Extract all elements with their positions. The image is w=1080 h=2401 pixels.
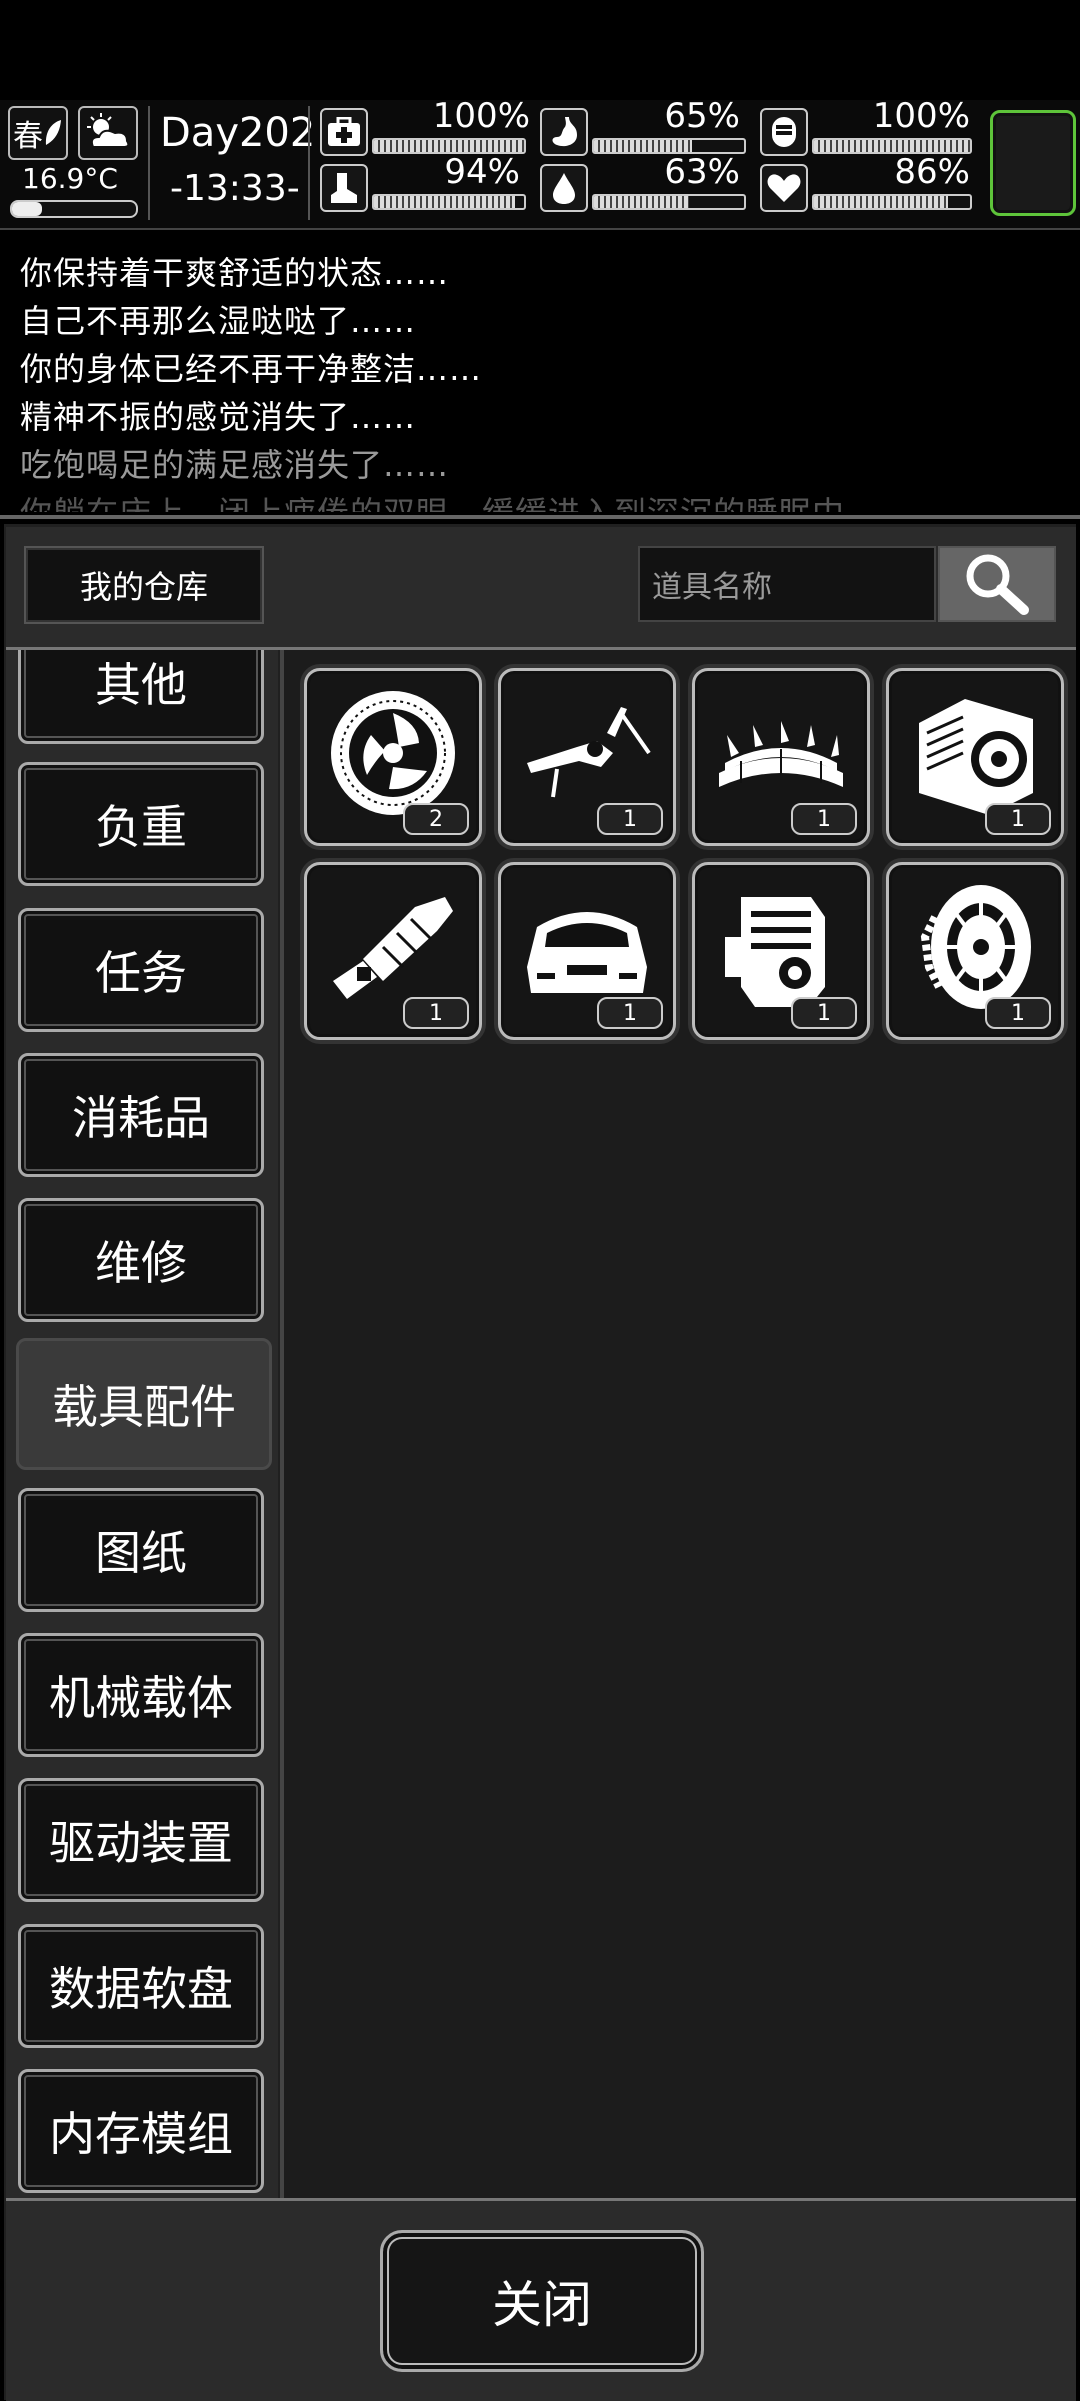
stamina-bar — [372, 194, 526, 210]
item-count: 1 — [985, 997, 1051, 1029]
search-input[interactable]: 道具名称 — [638, 546, 936, 622]
item-count: 1 — [403, 997, 469, 1029]
partly-cloudy-icon — [87, 113, 130, 148]
spiked-bar-icon — [719, 721, 843, 787]
item-count: 1 — [791, 997, 857, 1029]
close-button[interactable]: 关闭 — [380, 2230, 704, 2372]
search-icon — [966, 554, 1029, 615]
exhaust-pipe-icon — [333, 897, 453, 999]
clock: -13:33- — [170, 168, 300, 209]
thirst-bar — [592, 194, 746, 210]
season-box: 春 — [8, 106, 68, 160]
category-mechanical-carriers[interactable]: 机械载体 — [18, 1633, 264, 1757]
category-vehicle-parts[interactable]: 载具配件 — [16, 1338, 272, 1470]
mood-bar — [812, 194, 972, 210]
boot-icon — [320, 164, 368, 212]
item-count: 1 — [597, 997, 663, 1029]
stamina-value: 94% — [444, 152, 520, 192]
category-quest[interactable]: 任务 — [18, 908, 264, 1032]
stomach-icon — [540, 108, 588, 156]
thirst-value: 63% — [664, 152, 740, 192]
category-consumables[interactable]: 消耗品 — [18, 1053, 264, 1177]
category-memory-modules[interactable]: 内存模组 — [18, 2069, 264, 2193]
chained-tire-icon — [920, 885, 1031, 1009]
character-portrait[interactable] — [990, 110, 1076, 216]
item-slot[interactable]: 1 — [692, 668, 870, 846]
car-trunk-icon — [527, 912, 647, 993]
medkit-icon — [320, 108, 368, 156]
temperature-readout: 16.9°C — [22, 162, 118, 195]
day-counter: Day202 — [160, 110, 316, 156]
category-drive-units[interactable]: 驱动装置 — [18, 1778, 264, 1902]
log-line: 你躺在床上，闭上疲倦的双眼，缓缓进入到深沉的睡眠中…… — [20, 488, 911, 512]
log-line: 你的身体已经不再干净整洁…… — [20, 350, 483, 388]
storage-title-button[interactable]: 我的仓库 — [24, 546, 264, 624]
weather-box — [78, 106, 138, 160]
category-sidebar: 其他 负重 任务 消耗品 维修 载具配件 图纸 机械载体 驱动装置 数据软盘 内… — [6, 650, 278, 2198]
engine-block-icon — [919, 699, 1033, 815]
item-slot[interactable]: 1 — [692, 862, 870, 1040]
wiper-arm-icon — [527, 707, 651, 798]
health-value: 100% — [432, 96, 530, 136]
item-slot[interactable]: 2 — [304, 668, 482, 846]
leaf-icon — [45, 120, 61, 145]
item-slot[interactable]: 1 — [498, 668, 676, 846]
item-count: 1 — [985, 803, 1051, 835]
category-repair[interactable]: 维修 — [18, 1198, 264, 1322]
mood-value: 86% — [894, 152, 970, 192]
brake-disc-icon — [331, 691, 455, 815]
bladder-icon — [760, 108, 808, 156]
search-button[interactable] — [938, 546, 1056, 622]
item-count: 1 — [597, 803, 663, 835]
category-load[interactable]: 负重 — [18, 762, 264, 886]
log-line: 吃饱喝足的满足感消失了…… — [20, 446, 450, 484]
item-slot[interactable]: 1 — [304, 862, 482, 1040]
category-blueprints[interactable]: 图纸 — [18, 1488, 264, 1612]
season-label: 春 — [13, 119, 43, 154]
log-line: 你保持着干爽舒适的状态…… — [20, 254, 450, 292]
bladder-value: 100% — [872, 96, 970, 136]
item-slot[interactable]: 1 — [886, 668, 1064, 846]
category-other[interactable]: 其他 — [18, 650, 264, 744]
item-count: 1 — [791, 803, 857, 835]
water-drop-icon — [540, 164, 588, 212]
thermometer-bar — [10, 200, 138, 218]
item-slot[interactable]: 1 — [886, 862, 1064, 1040]
message-log: 你保持着干爽舒适的状态…… 自己不再那么湿哒哒了…… 你的身体已经不再干净整洁…… — [0, 232, 1080, 512]
item-slot[interactable]: 1 — [498, 862, 676, 1040]
category-data-disks[interactable]: 数据软盘 — [18, 1924, 264, 2048]
log-line: 自己不再那么湿哒哒了…… — [20, 302, 417, 340]
log-line: 精神不振的感觉消失了…… — [20, 398, 417, 436]
item-grid: 2 1 1 1 1 1 1 1 — [284, 650, 1076, 2198]
item-count: 2 — [403, 803, 469, 835]
engine-icon — [725, 897, 825, 1007]
hunger-value: 65% — [664, 96, 740, 136]
heart-icon — [760, 164, 808, 212]
